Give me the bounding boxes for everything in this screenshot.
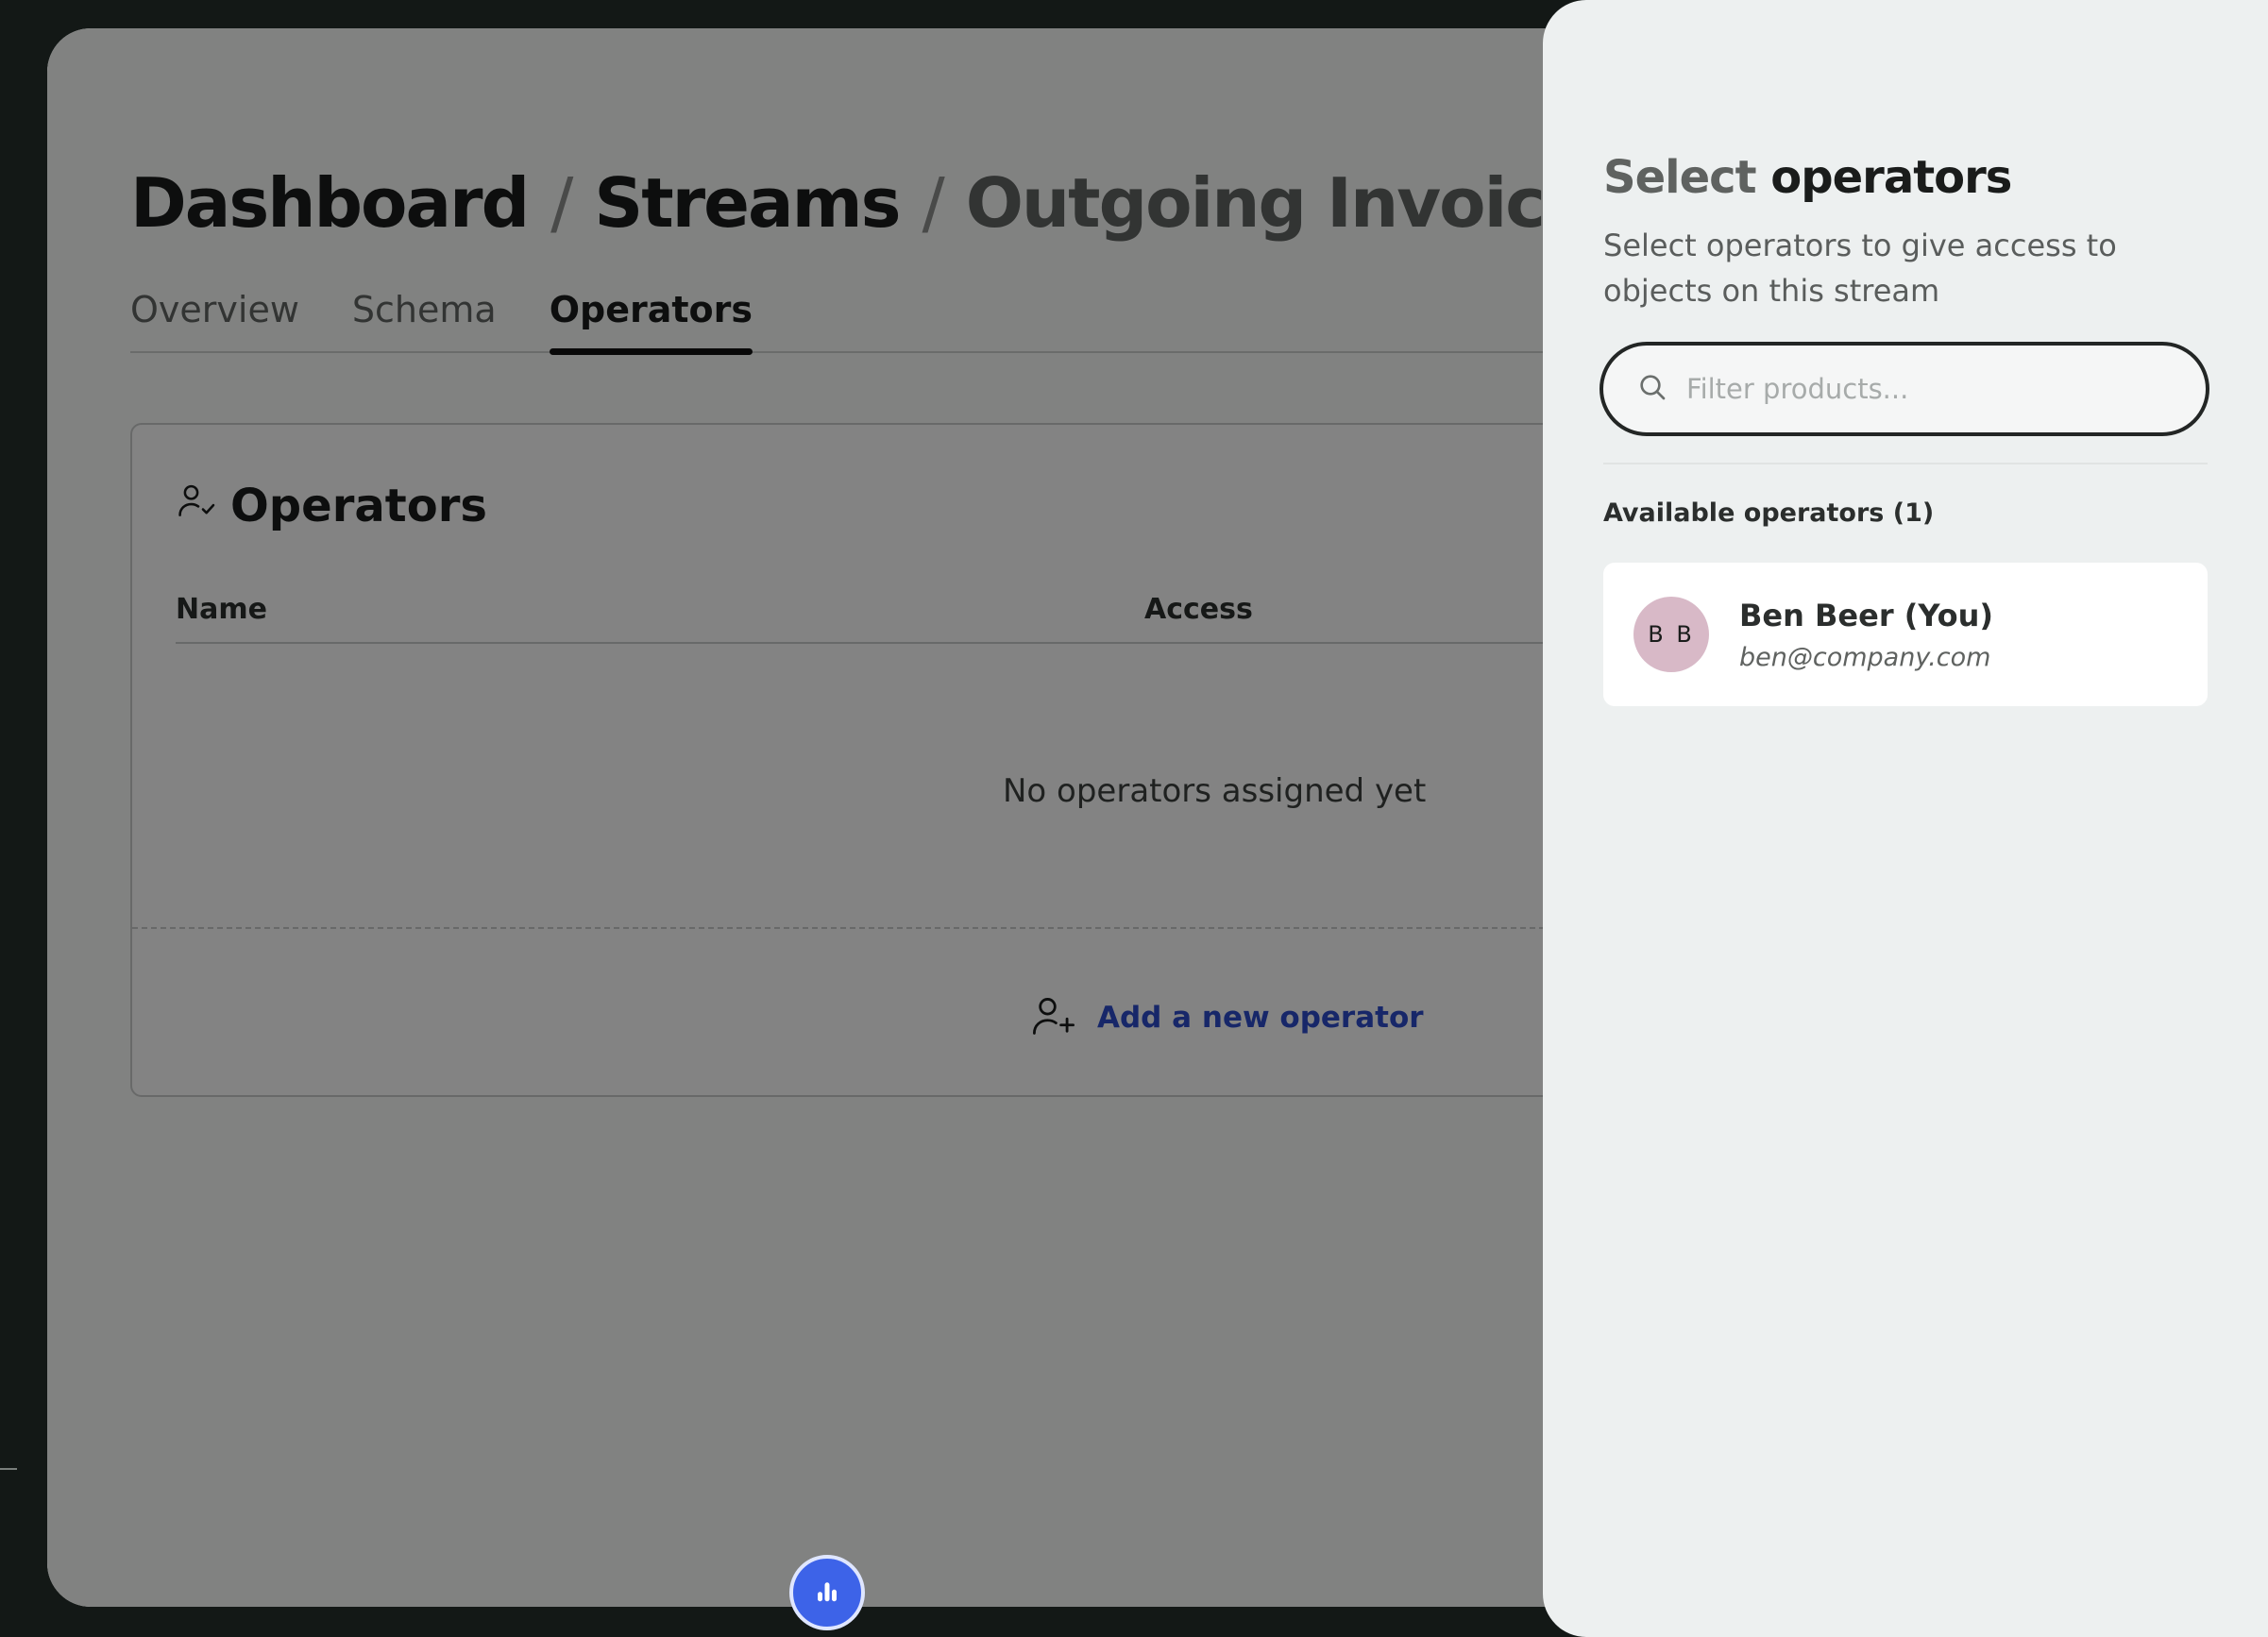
main-app-card: Dashboard / Streams / Outgoing Invoices … [47,28,1652,1607]
column-header-name: Name [176,593,267,626]
operators-card-title-text: Operators [230,480,487,532]
breadcrumb-streams[interactable]: Streams [594,163,901,243]
user-plus-icon [1029,991,1078,1044]
search-icon [1637,372,1667,406]
operator-option[interactable]: B B Ben Beer (You) ben@company.com [1603,563,2208,706]
breadcrumb-current: Outgoing Invoices [965,163,1629,243]
add-operator-button[interactable]: Add a new operator [1029,991,1424,1044]
breadcrumb-separator: / [550,163,573,243]
operator-email: ben@company.com [1739,642,1991,672]
tab-schema[interactable]: Schema [352,285,497,353]
column-header-access: Access [1144,593,1253,626]
user-check-icon [176,480,217,532]
available-operators-label: Available operators (1) [1603,498,1935,528]
operators-card: Operators Name Access No operators assig… [130,423,1652,1097]
search-field[interactable] [1599,342,2209,436]
bar-chart-icon [813,1577,841,1609]
tab-bar: Overview Schema Operators [130,285,1652,355]
add-operator-label: Add a new operator [1097,1001,1424,1035]
avatar: B B [1633,597,1709,672]
panel-title-muted: Select [1603,151,1757,204]
panel-title-strong: operators [1770,151,2012,204]
filter-products-input[interactable] [1684,372,2157,406]
edge-divider [0,1468,17,1470]
search-divider [1603,463,2208,464]
tab-overview[interactable]: Overview [130,285,299,353]
panel-description: Select operators to give access to objec… [1603,228,2117,309]
panel-title: Select operators [1603,151,2012,204]
select-operators-panel: Select operators Select operators to giv… [1543,0,2268,1637]
tab-operators[interactable]: Operators [549,285,753,355]
analytics-fab-button[interactable] [789,1555,865,1630]
operator-name: Ben Beer (You) [1739,597,1993,633]
table-header-divider [176,642,1652,644]
breadcrumb: Dashboard / Streams / Outgoing Invoices [130,160,1629,245]
operator-info: Ben Beer (You) ben@company.com [1739,598,1993,672]
breadcrumb-dashboard[interactable]: Dashboard [130,163,530,243]
breadcrumb-separator: / [922,163,944,243]
card-footer-divider [132,927,1652,929]
operators-card-title: Operators [176,480,487,532]
empty-state-text: No operators assigned yet [1003,772,1427,810]
